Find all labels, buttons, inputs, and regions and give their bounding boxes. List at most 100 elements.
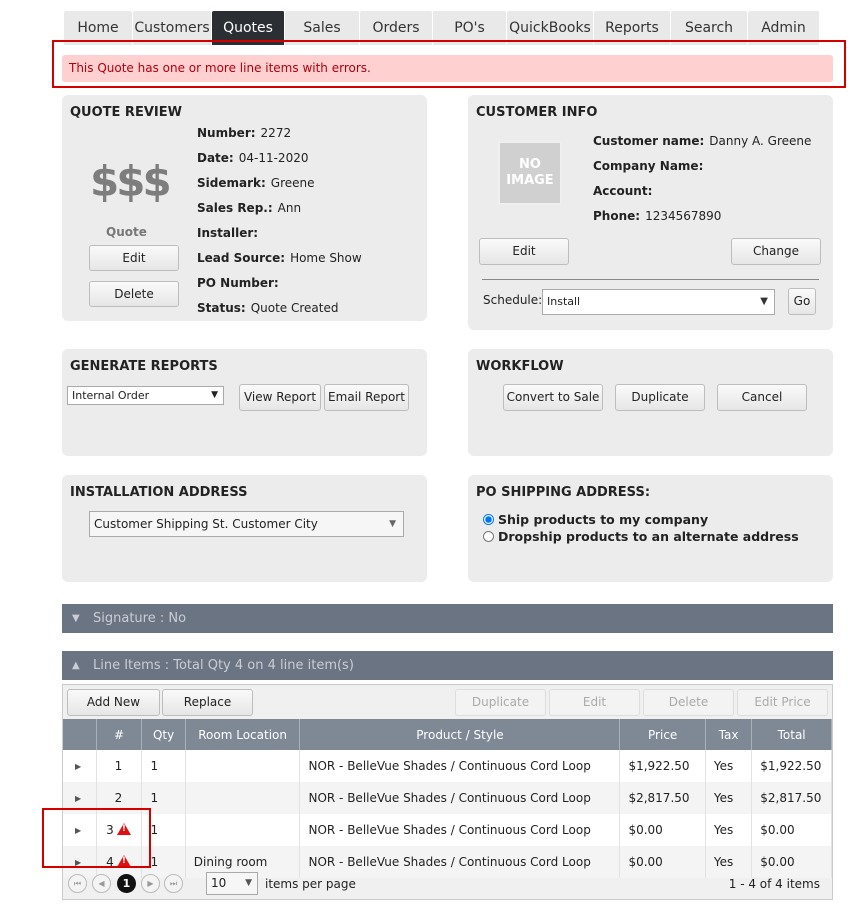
email-report-button[interactable]: Email Report [324, 384, 409, 411]
convert-to-sale-button[interactable]: Convert to Sale [503, 384, 603, 411]
cell-total: $1,922.50 [751, 750, 832, 782]
last-page-icon[interactable]: ⏭ [164, 874, 183, 893]
cell-num: 1 [96, 750, 143, 782]
line-duplicate-button[interactable]: Duplicate [455, 689, 546, 716]
cell-qty: 1 [141, 750, 186, 782]
cell-price-text: $1,922.50 [628, 759, 690, 773]
table-row[interactable]: ▶31NOR - BelleVue Shades / Continuous Co… [63, 814, 832, 846]
field-label: Customer name: [593, 134, 705, 148]
duplicate-quote-button[interactable]: Duplicate [615, 384, 705, 411]
quote-fields: Number: 2272 Date: 04-11-2020 Sidemark: Green… [197, 121, 362, 321]
cell-qty-text: 1 [150, 791, 159, 805]
view-report-button[interactable]: View Report [239, 384, 321, 411]
cell-total-text: $1,922.50 [760, 759, 822, 773]
column-header[interactable]: Total [751, 719, 832, 750]
cell-total: $0.00 [751, 814, 832, 846]
report-type-select[interactable]: Internal Order ▼ [67, 386, 224, 405]
field-value: Greene [270, 176, 315, 190]
field-value: Danny A. Greene [709, 134, 812, 148]
field-label: Status: [197, 301, 246, 315]
field-row: Status: Quote Created [197, 296, 362, 321]
quote-dollar-icon: $$$ [90, 157, 172, 206]
table-row[interactable]: ▶ 2 1 NOR - BelleVue Shades / Continuous Co… [63, 782, 832, 814]
po-shipping-option-label: Ship products to my company [498, 512, 709, 527]
installation-address-select[interactable]: Customer Shipping St. Customer City ▼ [89, 511, 404, 537]
quote-delete-button[interactable]: Delete [89, 281, 179, 307]
column-header[interactable]: Room Location [185, 719, 301, 750]
workflow-title: WORKFLOW [476, 359, 564, 374]
generate-reports-panel: GENERATE REPORTS Internal Order ▼ View R… [62, 349, 427, 456]
pager-summary: 1 - 4 of 4 items [728, 877, 820, 891]
schedule-go-button[interactable]: Go [788, 288, 816, 315]
schedule-select[interactable]: Install ▼ [542, 289, 775, 315]
row-expand-icon[interactable]: ▶ [63, 750, 97, 782]
customer-edit-button[interactable]: Edit [479, 238, 569, 265]
cell-total: $2,817.50 [751, 782, 832, 814]
error-banner: This Quote has one or more line items wi… [62, 55, 833, 82]
signature-bar[interactable]: ▼ Signature : No [62, 604, 833, 633]
report-type-value: Internal Order [72, 389, 150, 402]
installation-address-title: INSTALLATION ADDRESS [70, 485, 248, 500]
schedule-select-value: Install [547, 295, 581, 308]
chevron-down-icon: ▼ [389, 519, 396, 529]
workflow-panel: WORKFLOW Convert to Sale Duplicate Cance… [468, 349, 833, 456]
cell-qty-text: 1 [150, 823, 159, 837]
customer-fields: Customer name: Danny A. Greene Company Nam… [593, 129, 811, 229]
po-shipping-radio[interactable] [483, 531, 494, 542]
add-new-button[interactable]: Add New [67, 689, 160, 716]
replace-button[interactable]: Replace [162, 689, 253, 716]
field-label: Phone: [593, 209, 641, 223]
quote-edit-button[interactable]: Edit [89, 245, 179, 271]
quote-review-title: QUOTE REVIEW [70, 105, 182, 120]
cell-tax: Yes [705, 782, 753, 814]
field-label: PO Number: [197, 276, 279, 290]
field-value: Home Show [290, 251, 362, 265]
field-row: Date: 04-11-2020 [197, 146, 362, 171]
edit-price-button[interactable]: Edit Price [737, 689, 828, 716]
field-row: Account: [593, 179, 811, 204]
field-row: Customer name: Danny A. Greene [593, 129, 811, 154]
cell-tax-text: Yes [713, 823, 734, 837]
cell-price-text: $0.00 [628, 823, 663, 837]
column-header[interactable]: # [96, 719, 143, 750]
page-size-select[interactable]: 10 ▼ [206, 872, 258, 895]
table-row[interactable]: ▶ 1 1 NOR - BelleVue Shades / Continuous Co… [63, 750, 832, 782]
next-page-icon[interactable]: ▶ [141, 874, 160, 893]
cell-tax: Yes [705, 750, 753, 782]
cell-total-text: $0.00 [760, 823, 795, 837]
pager: ⏮ ◀ 1 ▶ ⏭ 10 ▼ items per page 1 - 4 of 4… [63, 869, 832, 899]
line-delete-button[interactable]: Delete [643, 689, 734, 716]
schedule-label: Schedule: [483, 293, 543, 307]
first-page-icon[interactable]: ⏮ [68, 874, 87, 893]
cell-qty-text: 1 [150, 759, 159, 773]
field-row: Phone: 1234567890 [593, 204, 811, 229]
column-header[interactable]: Tax [705, 719, 753, 750]
field-label: Account: [593, 184, 653, 198]
current-page[interactable]: 1 [117, 874, 136, 893]
cell-tax-text: Yes [713, 855, 734, 869]
generate-reports-title: GENERATE REPORTS [70, 359, 218, 374]
column-header[interactable]: Product / Style [299, 719, 621, 750]
line-items-table: # Qty Room Location Product / Style Price Tax… [63, 719, 832, 878]
cell-room [185, 814, 301, 846]
expand-column-header [63, 719, 97, 750]
cell-price-text: $0.00 [628, 855, 663, 869]
column-header[interactable]: Price [619, 719, 706, 750]
line-items-bar[interactable]: ▲ Line Items : Total Qty 4 on 4 line ite… [62, 651, 833, 680]
column-header[interactable]: Qty [141, 719, 186, 750]
field-value: 1234567890 [645, 209, 722, 223]
customer-change-button[interactable]: Change [731, 238, 821, 265]
expand-down-icon: ▼ [72, 613, 80, 624]
cancel-quote-button[interactable]: Cancel [717, 384, 807, 411]
po-shipping-option[interactable]: Dropship products to an alternate addres… [483, 528, 799, 545]
field-label: Number: [197, 126, 256, 140]
cell-num-text: 2 [114, 791, 123, 805]
po-shipping-radio[interactable] [483, 514, 494, 525]
prev-page-icon[interactable]: ◀ [92, 874, 111, 893]
cell-price-text: $2,817.50 [628, 791, 690, 805]
po-shipping-option[interactable]: Ship products to my company [483, 511, 799, 528]
line-edit-button[interactable]: Edit [549, 689, 640, 716]
collapse-up-icon: ▲ [72, 660, 80, 671]
field-label: Date: [197, 151, 234, 165]
field-row: PO Number: [197, 271, 362, 296]
